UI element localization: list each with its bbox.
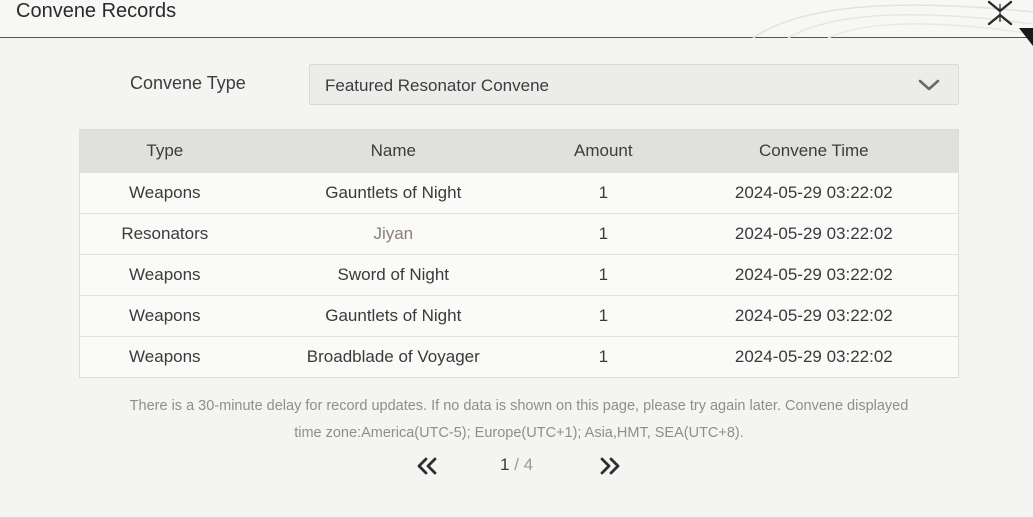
header-type: Type (146, 141, 184, 160)
header-name: Name (370, 141, 416, 160)
table-row: Weapons Gauntlets of Night 1 2024-05-29 … (80, 295, 958, 336)
convene-type-selected: Featured Resonator Convene (325, 76, 549, 95)
cell-type: Weapons (129, 265, 201, 284)
cell-time: 2024-05-29 03:22:02 (734, 347, 893, 366)
close-x-icon[interactable] (983, 0, 1017, 28)
records-table: Type Name Amount Convene Time Weapons Ga… (79, 129, 959, 378)
page-separator: / (514, 455, 519, 474)
delay-notice: There is a 30-minute delay for record up… (80, 393, 958, 447)
cell-time: 2024-05-29 03:22:02 (734, 265, 893, 284)
cell-type: Weapons (129, 347, 201, 366)
total-pages: 4 (523, 455, 534, 474)
double-chevron-left-icon[interactable] (414, 455, 440, 477)
window-title: Convene Records (16, 0, 177, 22)
cell-time: 2024-05-29 03:22:02 (734, 183, 893, 202)
cell-amount: 1 (598, 306, 609, 325)
convene-type-dropdown[interactable]: Featured Resonator Convene (309, 64, 959, 105)
cell-type: Resonators (121, 224, 209, 243)
pagination: 1 / 4 (0, 455, 1033, 479)
current-page: 1 (500, 455, 510, 474)
cell-amount: 1 (598, 183, 609, 202)
notice-line-1: There is a 30-minute delay for record up… (129, 398, 909, 414)
chevron-down-icon (918, 79, 940, 91)
table-row: Weapons Sword of Night 1 2024-05-29 03:2… (80, 254, 958, 295)
cell-name: Gauntlets of Night (325, 306, 462, 325)
table-row: Weapons Broadblade of Voyager 1 2024-05-… (80, 336, 958, 377)
notice-line-2: time zone:America(UTC-5); Europe(UTC+1);… (294, 425, 744, 441)
convene-type-label: Convene Type (130, 73, 246, 93)
cell-type: Weapons (129, 183, 201, 202)
cell-name: Jiyan (373, 224, 414, 243)
table-row: Weapons Gauntlets of Night 1 2024-05-29 … (80, 172, 958, 213)
corner-decoration (1019, 28, 1033, 46)
header-amount: Amount (574, 141, 633, 160)
cell-name: Broadblade of Voyager (306, 347, 480, 366)
cell-type: Weapons (129, 306, 201, 325)
cell-time: 2024-05-29 03:22:02 (734, 306, 893, 325)
cell-amount: 1 (598, 347, 609, 366)
title-bar: Convene Records (0, 0, 1033, 46)
double-chevron-right-icon[interactable] (597, 455, 623, 477)
table-header: Type Name Amount Convene Time (80, 130, 958, 172)
cell-name: Gauntlets of Night (325, 183, 462, 202)
header-convene-time: Convene Time (759, 141, 869, 160)
page-indicator: 1 / 4 (500, 455, 533, 475)
cell-amount: 1 (598, 265, 609, 284)
cell-amount: 1 (598, 224, 609, 243)
table-row: Resonators Jiyan 1 2024-05-29 03:22:02 (80, 213, 958, 254)
cell-time: 2024-05-29 03:22:02 (734, 224, 893, 243)
cell-name: Sword of Night (337, 265, 450, 284)
